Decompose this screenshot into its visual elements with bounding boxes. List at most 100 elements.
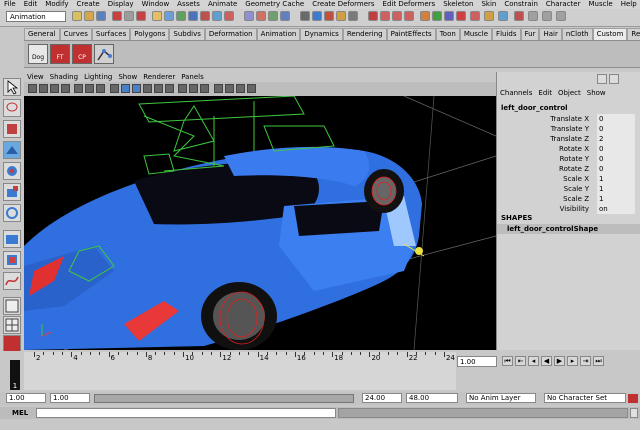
command-input[interactable]: [36, 408, 336, 418]
hud-icon[interactable]: [214, 84, 223, 93]
menu-item[interactable]: Modify: [41, 0, 72, 9]
selection-mask-icon[interactable]: [470, 11, 480, 21]
current-frame-marker[interactable]: 1: [10, 360, 20, 390]
mask-joints-icon[interactable]: [164, 11, 174, 21]
attribute-value[interactable]: on: [597, 204, 635, 214]
attribute-value[interactable]: 1: [597, 194, 635, 204]
step-back-frame-icon[interactable]: ◂: [528, 356, 539, 366]
high-quality-icon[interactable]: [225, 84, 234, 93]
menu-item[interactable]: Create: [72, 0, 103, 9]
move-tool-icon[interactable]: [3, 141, 21, 159]
snap-point-icon[interactable]: [268, 11, 278, 21]
attribute-value[interactable]: 1: [597, 184, 635, 194]
camera-attributes-icon[interactable]: [39, 84, 48, 93]
attribute-row[interactable]: Translate X 0: [497, 114, 637, 124]
manipulator-tool-icon[interactable]: [3, 204, 21, 222]
snap-grid-icon[interactable]: [244, 11, 254, 21]
textured-icon[interactable]: [143, 84, 152, 93]
attribute-value[interactable]: 0: [597, 154, 635, 164]
attribute-row[interactable]: Translate Y 0: [497, 124, 637, 134]
attribute-row[interactable]: Rotate X 0: [497, 144, 637, 154]
shelf-tab[interactable]: nCloth: [561, 28, 593, 40]
select-object-icon[interactable]: [124, 11, 134, 21]
input-op-icon[interactable]: [392, 11, 402, 21]
ipr-render-icon[interactable]: [336, 11, 346, 21]
layer-editor-tab-icon[interactable]: [609, 74, 619, 84]
grid-icon[interactable]: [74, 84, 83, 93]
go-to-start-icon[interactable]: ⏮: [502, 356, 513, 366]
attribute-row[interactable]: Visibility on: [497, 204, 637, 214]
menu-item[interactable]: Edit: [20, 0, 42, 9]
ssao-icon[interactable]: [247, 84, 256, 93]
rename-icon[interactable]: [404, 11, 414, 21]
attribute-value[interactable]: 0: [597, 164, 635, 174]
playblast-icon[interactable]: [498, 11, 508, 21]
mask-misc-icon[interactable]: [456, 11, 466, 21]
step-back-key-icon[interactable]: ⇤: [515, 356, 526, 366]
channel-box-tab-icon[interactable]: [597, 74, 607, 84]
channel-box-icon[interactable]: [444, 11, 454, 21]
snap-curve-icon[interactable]: [256, 11, 266, 21]
construction-history-icon[interactable]: [484, 11, 494, 21]
attribute-row[interactable]: Translate Z 2: [497, 134, 637, 144]
input-field-icon[interactable]: [380, 11, 390, 21]
current-frame-field[interactable]: 1.00: [457, 356, 497, 367]
new-scene-icon[interactable]: [72, 11, 82, 21]
menu-item[interactable]: Edit Deformers: [379, 0, 440, 9]
isolate-select-icon[interactable]: [178, 84, 187, 93]
open-scene-icon[interactable]: [84, 11, 94, 21]
menu-set-select[interactable]: Animation: [6, 11, 66, 22]
viewport-menu-item[interactable]: Panels: [178, 72, 207, 82]
wireframe-on-shaded-icon[interactable]: [132, 84, 141, 93]
shelf-tab[interactable]: Curves: [59, 28, 92, 40]
menu-item[interactable]: Character: [542, 0, 585, 9]
four-pane-layout-icon[interactable]: [3, 316, 21, 334]
shelf-tab[interactable]: General: [24, 28, 60, 40]
film-gate-icon[interactable]: [85, 84, 94, 93]
play-forward-icon[interactable]: ▶: [554, 356, 565, 366]
animation-end-field[interactable]: 48.00: [406, 393, 458, 403]
menu-item[interactable]: Window: [138, 0, 174, 9]
lasso-tool-icon[interactable]: [3, 99, 21, 117]
mask-rendering-icon[interactable]: [224, 11, 234, 21]
playback-start-field[interactable]: 1.00: [50, 393, 90, 403]
multisample-icon[interactable]: [236, 84, 245, 93]
bookmark-icon[interactable]: [50, 84, 59, 93]
channel-box-menu-item[interactable]: Channels: [497, 88, 535, 99]
shelf-tab[interactable]: Fluids: [492, 28, 521, 40]
panel-layout-icon[interactable]: [528, 11, 538, 21]
auto-key-icon[interactable]: [628, 394, 638, 403]
single-pane-layout-icon[interactable]: [3, 297, 21, 315]
time-slider[interactable]: 2 4 6 8 10 12 14 16 18 20 22 24: [24, 352, 456, 390]
camera-select-icon[interactable]: [28, 84, 37, 93]
range-slider[interactable]: [94, 394, 354, 403]
select-hierarchy-icon[interactable]: [112, 11, 122, 21]
shelf-tab[interactable]: Custom: [592, 28, 628, 40]
shelf-button-dog[interactable]: Dog: [28, 44, 48, 64]
go-to-end-icon[interactable]: ⏭: [593, 356, 604, 366]
shelf-tab[interactable]: Polygons: [130, 28, 170, 40]
menu-item[interactable]: File: [0, 0, 20, 9]
snap-view-plane-icon[interactable]: [280, 11, 290, 21]
menu-item[interactable]: Display: [104, 0, 138, 9]
perspective-viewport[interactable]: [24, 96, 496, 350]
use-all-lights-icon[interactable]: [154, 84, 163, 93]
shelf-tab[interactable]: Muscle: [459, 28, 493, 40]
menu-item[interactable]: Create Deformers: [308, 0, 378, 9]
selected-node-name[interactable]: left_door_control: [501, 104, 568, 112]
attribute-row[interactable]: Scale Z 1: [497, 194, 637, 204]
viewport-menu-item[interactable]: Lighting: [81, 72, 115, 82]
attribute-row[interactable]: Rotate Y 0: [497, 154, 637, 164]
render-icon[interactable]: [324, 11, 334, 21]
step-forward-key-icon[interactable]: ⇥: [580, 356, 591, 366]
render-settings-icon[interactable]: [348, 11, 358, 21]
play-backward-icon[interactable]: ◀: [541, 356, 552, 366]
viewport-menu-item[interactable]: Shading: [47, 72, 81, 82]
command-language-label[interactable]: MEL: [12, 408, 28, 418]
mask-dynamics-icon[interactable]: [212, 11, 222, 21]
select-component-icon[interactable]: [136, 11, 146, 21]
attribute-value[interactable]: 0: [597, 114, 635, 124]
attribute-value[interactable]: 2: [597, 134, 635, 144]
xray-joints-icon[interactable]: [200, 84, 209, 93]
magnet-icon[interactable]: [368, 11, 378, 21]
